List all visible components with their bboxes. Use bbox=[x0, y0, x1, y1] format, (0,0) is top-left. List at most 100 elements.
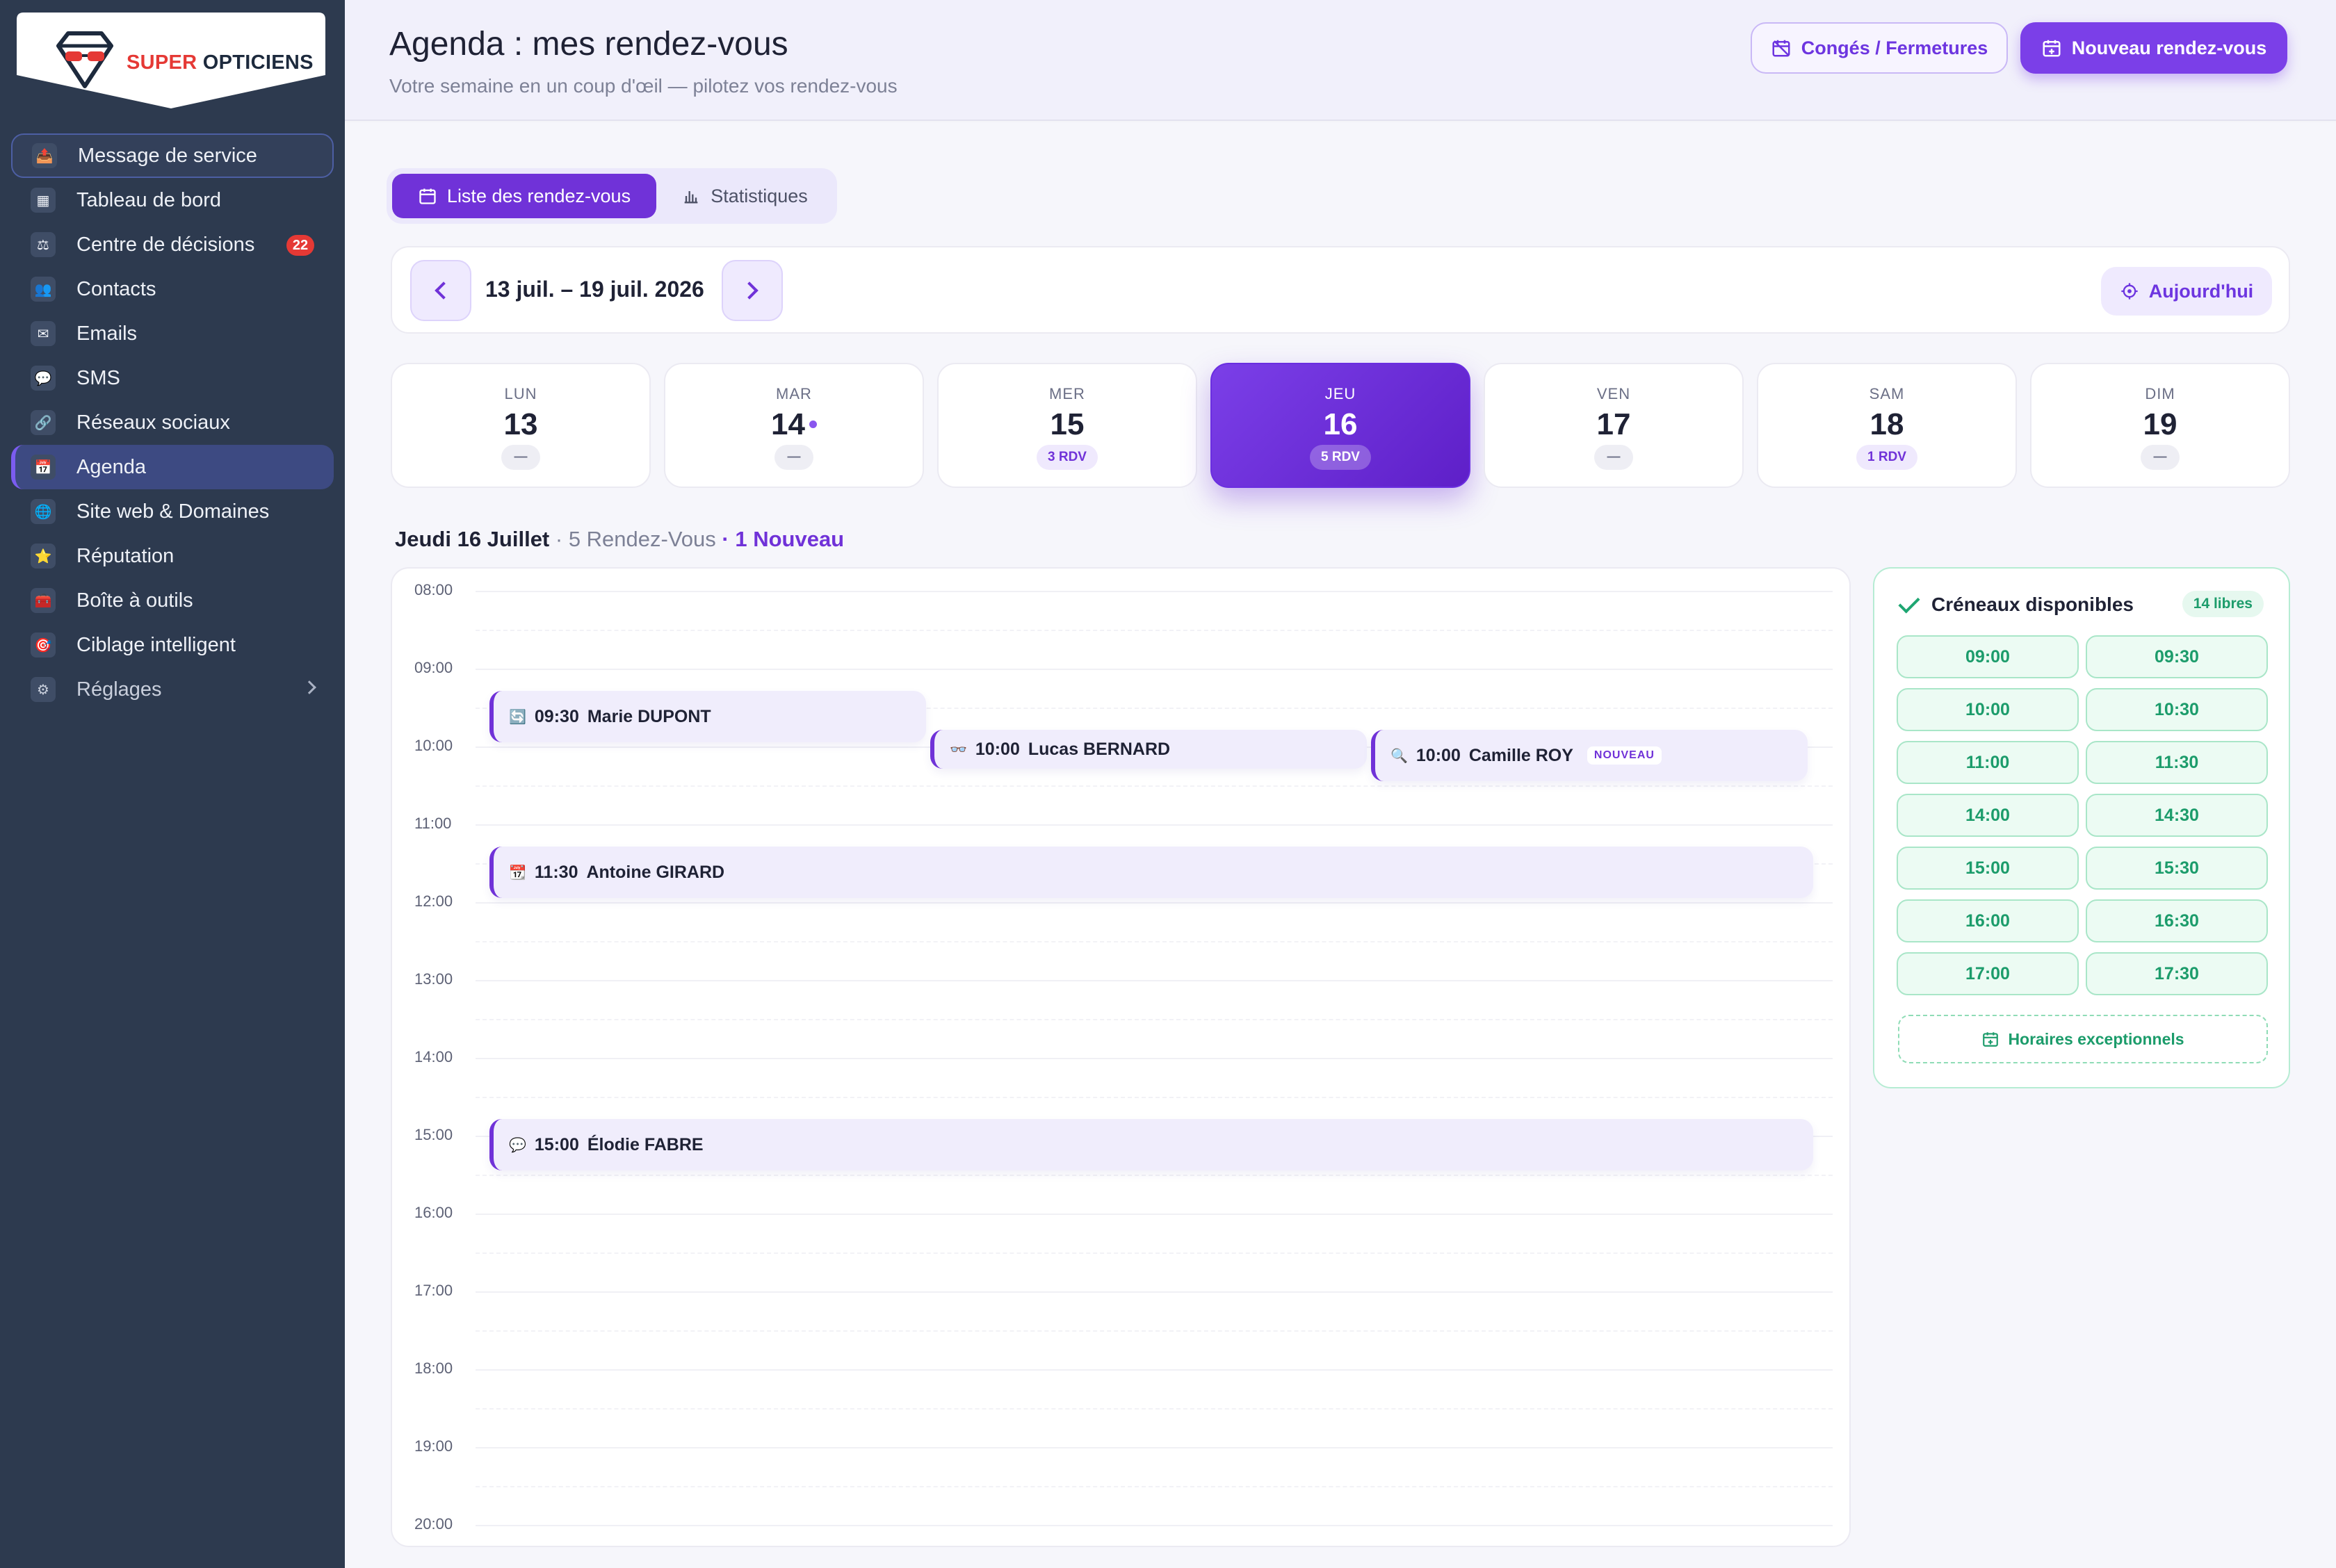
day-card-thu[interactable]: JEU 16 5 RDV bbox=[1210, 363, 1470, 488]
next-week-button[interactable] bbox=[722, 260, 783, 321]
appointment-card[interactable]: 👓 10:00 Lucas BERNARD bbox=[930, 730, 1367, 769]
sidebar-item-targeting[interactable]: 🎯 Ciblage intelligent bbox=[11, 623, 334, 667]
tab-appointment-list[interactable]: Liste des rendez-vous bbox=[392, 174, 656, 218]
appointment-time: 10:00 bbox=[1416, 745, 1461, 765]
day-number: 14 bbox=[771, 407, 805, 441]
hour-row: 19:00 bbox=[392, 1437, 1849, 1518]
slot-button[interactable]: 09:30 bbox=[2086, 635, 2268, 678]
hour-label: 15:00 bbox=[414, 1126, 453, 1143]
sidebar-item-reputation[interactable]: ⭐ Réputation bbox=[11, 534, 334, 578]
sidebar-item-website[interactable]: 🌐 Site web & Domaines bbox=[11, 489, 334, 534]
slot-button[interactable]: 10:30 bbox=[2086, 688, 2268, 731]
brand-name-part1: SUPER bbox=[127, 51, 197, 74]
free-slots-badge: 14 libres bbox=[2182, 591, 2264, 617]
conges-fermetures-button[interactable]: Congés / Fermetures bbox=[1751, 22, 2008, 74]
slot-button[interactable]: 14:30 bbox=[2086, 794, 2268, 837]
day-card-tue[interactable]: MAR 14 — bbox=[664, 363, 924, 488]
day-name: DIM bbox=[2145, 385, 2175, 402]
available-slots-header: Créneaux disponibles bbox=[1898, 591, 2134, 616]
day-card-mon[interactable]: LUN 13 — bbox=[391, 363, 651, 488]
sidebar-item-sms[interactable]: 💬 SMS bbox=[11, 356, 334, 400]
hour-label: 17:00 bbox=[414, 1282, 453, 1299]
hour-label: 20:00 bbox=[414, 1515, 453, 1533]
hour-line bbox=[476, 902, 1833, 904]
day-card-sat[interactable]: SAM 18 1 RDV bbox=[1757, 363, 2017, 488]
slot-button[interactable]: 15:30 bbox=[2086, 847, 2268, 890]
slot-button[interactable]: 17:00 bbox=[1897, 952, 2079, 995]
slot-button[interactable]: 10:00 bbox=[1897, 688, 2079, 731]
exceptional-hours-button[interactable]: Horaires exceptionnels bbox=[1898, 1015, 2268, 1063]
half-hour-line bbox=[476, 785, 1833, 787]
sidebar-item-contacts[interactable]: 👥 Contacts bbox=[11, 267, 334, 311]
hour-line bbox=[476, 1525, 1833, 1526]
slot-button[interactable]: 11:30 bbox=[2086, 741, 2268, 784]
slot-button[interactable]: 09:00 bbox=[1897, 635, 2079, 678]
appointment-client: Antoine GIRARD bbox=[586, 862, 725, 882]
day-card-fri[interactable]: VEN 17 — bbox=[1484, 363, 1744, 488]
sidebar-item-toolbox[interactable]: 🧰 Boîte à outils bbox=[11, 578, 334, 623]
glasses-icon: 👓 bbox=[950, 742, 967, 758]
hour-line bbox=[476, 1214, 1833, 1215]
day-name: MER bbox=[1049, 385, 1085, 402]
today-button[interactable]: Aujourd'hui bbox=[2101, 267, 2272, 316]
hour-row: 17:00 bbox=[392, 1282, 1849, 1362]
hour-label: 09:00 bbox=[414, 659, 453, 676]
slot-button[interactable]: 14:00 bbox=[1897, 794, 2079, 837]
brand-name-part2: OPTICIENS bbox=[202, 51, 314, 74]
day-count-badge: — bbox=[1594, 445, 1633, 470]
half-hour-line bbox=[476, 1408, 1833, 1410]
day-card-sun[interactable]: DIM 19 — bbox=[2030, 363, 2290, 488]
toolbox-icon: 🧰 bbox=[31, 588, 56, 613]
tab-statistics[interactable]: Statistiques bbox=[665, 174, 825, 218]
tab-label: Liste des rendez-vous bbox=[446, 185, 631, 206]
page-header: Agenda : mes rendez-vous Votre semaine e… bbox=[345, 0, 2336, 121]
hour-label: 10:00 bbox=[414, 737, 453, 754]
appointment-client: Marie DUPONT bbox=[587, 706, 711, 726]
half-hour-line bbox=[476, 1097, 1833, 1098]
renewal-icon: 🔄 bbox=[509, 709, 526, 725]
appointment-time: 10:00 bbox=[975, 739, 1020, 759]
sidebar-item-decisions[interactable]: ⚖ Centre de décisions 22 bbox=[11, 222, 334, 267]
page-subtitle: Votre semaine en un coup d'œil — pilotez… bbox=[389, 75, 898, 97]
sidebar-item-emails[interactable]: ✉ Emails bbox=[11, 311, 334, 356]
sidebar-item-label: Emails bbox=[76, 322, 138, 345]
new-appointment-label: Nouveau rendez-vous bbox=[2071, 37, 2267, 58]
hour-line bbox=[476, 980, 1833, 981]
hour-row: 12:00 bbox=[392, 892, 1849, 973]
hour-line bbox=[476, 591, 1833, 592]
hour-line bbox=[476, 669, 1833, 670]
appointment-card[interactable]: 💬 15:00 Élodie FABRE bbox=[489, 1119, 1813, 1170]
appointment-client: Élodie FABRE bbox=[587, 1134, 704, 1154]
sidebar-item-agenda[interactable]: 📅 Agenda bbox=[11, 445, 334, 489]
day-name: SAM bbox=[1869, 385, 1905, 402]
sidebar-item-message-service[interactable]: 📤 Message de service bbox=[11, 133, 334, 178]
sidebar-item-settings[interactable]: ⚙ Réglages bbox=[11, 667, 334, 712]
new-appointment-button[interactable]: Nouveau rendez-vous bbox=[2020, 22, 2287, 74]
slot-button[interactable]: 17:30 bbox=[2086, 952, 2268, 995]
previous-week-button[interactable] bbox=[410, 260, 471, 321]
appointment-card[interactable]: 📆 11:30 Antoine GIRARD bbox=[489, 847, 1813, 898]
appointment-card[interactable]: 🔄 09:30 Marie DUPONT bbox=[489, 691, 926, 742]
day-card-wed[interactable]: MER 15 3 RDV bbox=[937, 363, 1197, 488]
day-count-badge: 3 RDV bbox=[1037, 445, 1098, 470]
slot-button[interactable]: 15:00 bbox=[1897, 847, 2079, 890]
glasses-diamond-icon bbox=[56, 31, 113, 88]
slot-button[interactable]: 16:00 bbox=[1897, 899, 2079, 942]
sidebar-item-dashboard[interactable]: ▦ Tableau de bord bbox=[11, 178, 334, 222]
bar-chart-icon bbox=[684, 191, 698, 204]
calendar-icon: 📅 bbox=[31, 455, 56, 480]
hour-line bbox=[476, 1369, 1833, 1371]
hour-label: 13:00 bbox=[414, 970, 453, 988]
sidebar-item-social[interactable]: 🔗 Réseaux sociaux bbox=[11, 400, 334, 445]
slot-button[interactable]: 16:30 bbox=[2086, 899, 2268, 942]
day-number: 17 bbox=[1596, 407, 1631, 441]
link-icon: 🔗 bbox=[31, 410, 56, 435]
hour-label: 11:00 bbox=[414, 815, 452, 832]
hour-label: 16:00 bbox=[414, 1204, 453, 1221]
sidebar-item-label: Tableau de bord bbox=[76, 188, 221, 211]
appointment-card[interactable]: 🔍 10:00 Camille ROY NOUVEAU bbox=[1371, 730, 1808, 781]
exceptional-hours-label: Horaires exceptionnels bbox=[2008, 1029, 2184, 1048]
brand-logo[interactable]: SUPER OPTICIENS bbox=[17, 13, 325, 108]
hour-label: 12:00 bbox=[414, 892, 453, 910]
slot-button[interactable]: 11:00 bbox=[1897, 741, 2079, 784]
